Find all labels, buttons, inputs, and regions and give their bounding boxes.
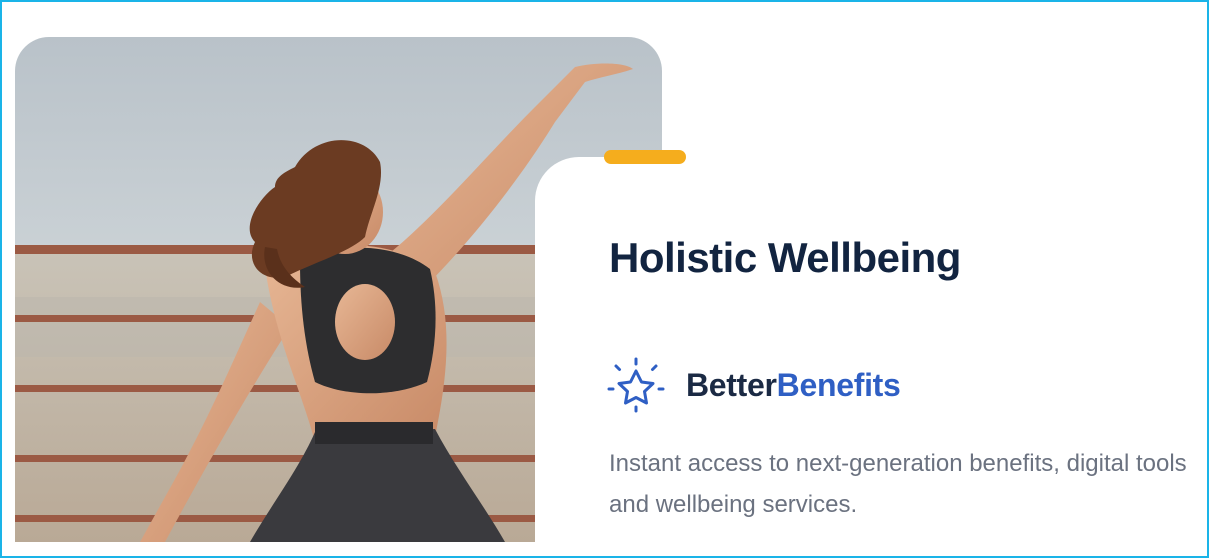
card-title: Holistic Wellbeing <box>609 234 961 281</box>
sparkle-star-icon <box>607 357 665 413</box>
brand-name-part-2: Benefits <box>776 366 901 403</box>
brand-logo: BetterBenefits <box>607 357 901 413</box>
brand-name: BetterBenefits <box>686 367 901 404</box>
page-frame: Holistic Wellbeing BetterBenefits Instan… <box>0 0 1209 558</box>
brand-name-part-1: Better <box>686 366 777 403</box>
accent-bar <box>604 150 686 164</box>
card-description: Instant access to next-generation benefi… <box>609 450 1187 518</box>
